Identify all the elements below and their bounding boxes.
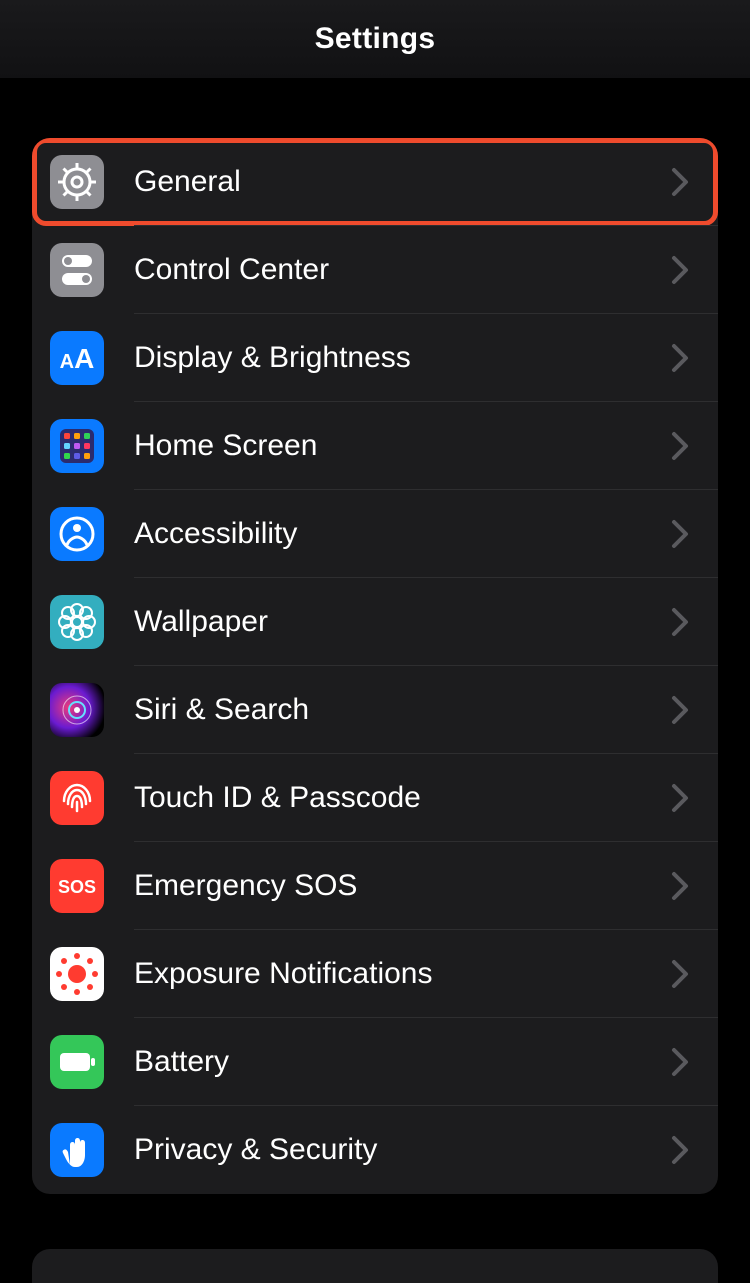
chevron-right-icon [666, 606, 706, 638]
settings-row-accessibility[interactable]: Accessibility [32, 490, 718, 578]
settings-row-emergency-sos[interactable]: Emergency SOS [32, 842, 718, 930]
exposure-icon [50, 947, 104, 1001]
flower-icon [50, 595, 104, 649]
chevron-right-icon [666, 782, 706, 814]
siri-icon [50, 683, 104, 737]
chevron-right-icon [666, 1046, 706, 1078]
chevron-right-icon [666, 342, 706, 374]
chevron-right-icon [666, 958, 706, 990]
chevron-right-icon [666, 166, 706, 198]
gear-icon [50, 155, 104, 209]
aa-icon [50, 331, 104, 385]
chevron-right-icon [666, 870, 706, 902]
chevron-right-icon [666, 518, 706, 550]
sos-icon [50, 859, 104, 913]
settings-row-label: Privacy & Security [134, 1133, 666, 1167]
chevron-right-icon [666, 254, 706, 286]
hand-icon [50, 1123, 104, 1177]
settings-row-home-screen[interactable]: Home Screen [32, 402, 718, 490]
settings-row-label: Touch ID & Passcode [134, 781, 666, 815]
settings-row-label: Accessibility [134, 517, 666, 551]
settings-row-label: Exposure Notifications [134, 957, 666, 991]
settings-row-label: Siri & Search [134, 693, 666, 727]
settings-row-label: Wallpaper [134, 605, 666, 639]
toggles-icon [50, 243, 104, 297]
settings-row-label: Battery [134, 1045, 666, 1079]
grid-icon [50, 419, 104, 473]
battery-icon [50, 1035, 104, 1089]
chevron-right-icon [666, 430, 706, 462]
settings-row-display-brightness[interactable]: Display & Brightness [32, 314, 718, 402]
chevron-right-icon [666, 1134, 706, 1166]
settings-row-label: Display & Brightness [134, 341, 666, 375]
settings-row-label: General [134, 165, 666, 199]
settings-list: General Control Center Display & Brightnes… [32, 138, 718, 1194]
chevron-right-icon [666, 694, 706, 726]
fingerprint-icon [50, 771, 104, 825]
settings-row-battery[interactable]: Battery [32, 1018, 718, 1106]
settings-row-general[interactable]: General [32, 138, 718, 226]
settings-row-touch-id-passcode[interactable]: Touch ID & Passcode [32, 754, 718, 842]
person-circle-icon [50, 507, 104, 561]
navbar: Settings [0, 0, 750, 78]
next-section-peek [32, 1249, 718, 1283]
settings-row-wallpaper[interactable]: Wallpaper [32, 578, 718, 666]
settings-row-exposure-notifications[interactable]: Exposure Notifications [32, 930, 718, 1018]
page-title: Settings [315, 22, 436, 56]
settings-row-label: Control Center [134, 253, 666, 287]
settings-row-siri-search[interactable]: Siri & Search [32, 666, 718, 754]
settings-row-privacy-security[interactable]: Privacy & Security [32, 1106, 718, 1194]
settings-row-control-center[interactable]: Control Center [32, 226, 718, 314]
settings-row-label: Home Screen [134, 429, 666, 463]
settings-row-label: Emergency SOS [134, 869, 666, 903]
